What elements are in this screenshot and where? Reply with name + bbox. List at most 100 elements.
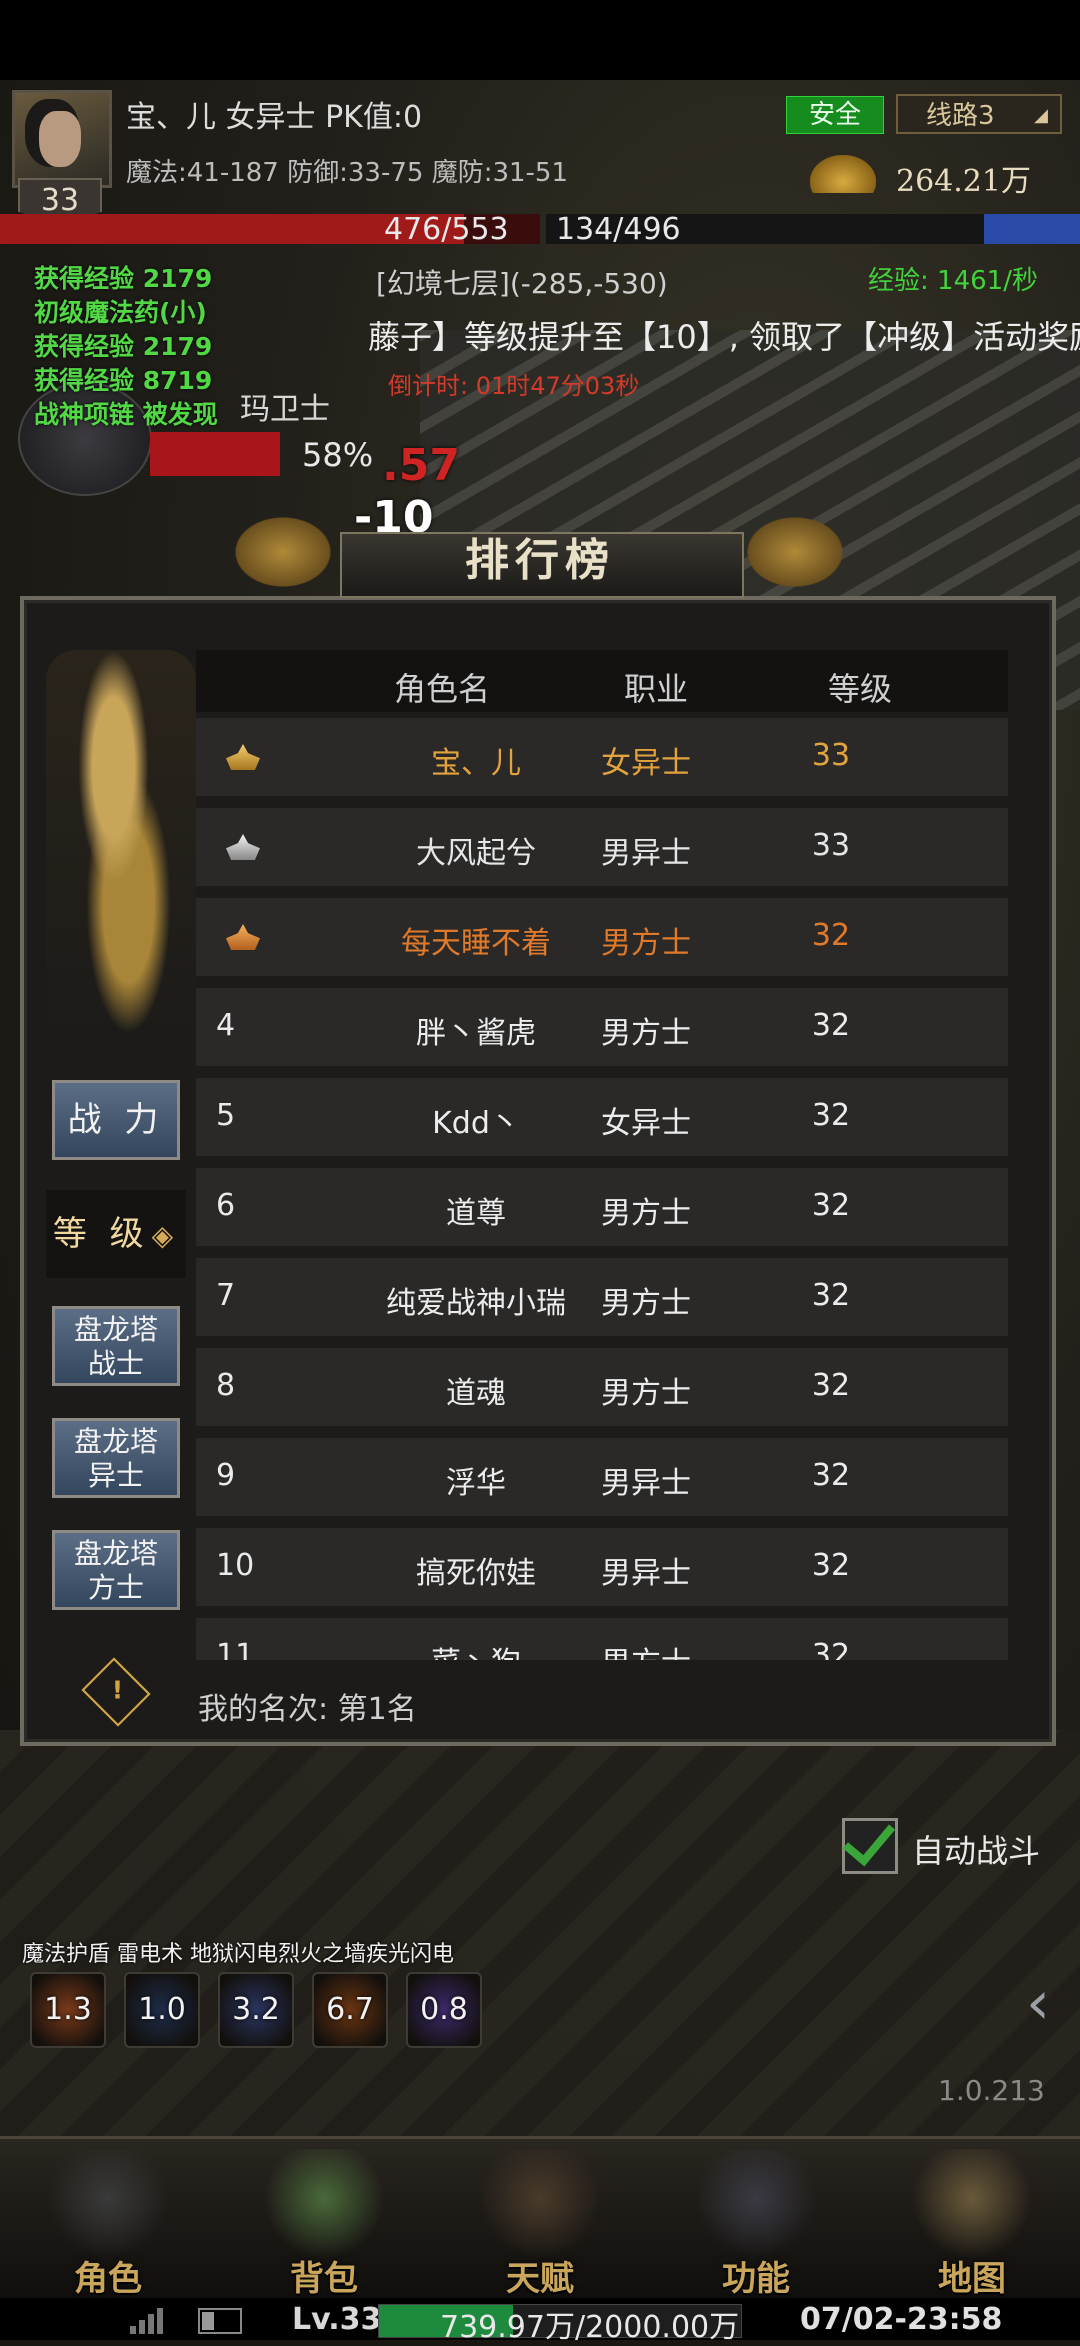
backpack-icon — [264, 2149, 384, 2259]
player-level: 32 — [811, 1368, 851, 1403]
damage-number: .57 — [382, 440, 460, 491]
skill-cooldown: 1.0 — [138, 1992, 186, 2027]
tab-level[interactable]: 等 级◈ — [46, 1190, 186, 1278]
bottom-nav: 角色 背包 天赋 功能 地图 — [0, 2136, 1080, 2301]
tab-tower-taoist[interactable]: 盘龙塔 方士 — [52, 1530, 180, 1610]
skill-slot[interactable]: 1.3 — [30, 1972, 106, 2048]
ranking-row[interactable]: 5 Kdd丶 女异士 32 — [196, 1078, 1008, 1156]
player-job: 男方士 — [601, 1376, 691, 1411]
ranking-row[interactable]: 8 道魂 男方士 32 — [196, 1348, 1008, 1426]
player-level: 32 — [811, 1548, 851, 1583]
nav-label: 天赋 — [506, 2259, 574, 2299]
skill-slot[interactable]: 6.7 — [312, 1972, 388, 2048]
rank-number: 6 — [216, 1188, 236, 1223]
ranking-row[interactable]: 9 浮华 男异士 32 — [196, 1438, 1008, 1516]
rank-number: 7 — [216, 1278, 236, 1313]
header-level: 等级 — [828, 670, 893, 708]
rank-number: 5 — [216, 1098, 236, 1133]
ranking-row[interactable]: 每天睡不着 男方士 32 — [196, 898, 1008, 976]
gold-ingot-icon — [810, 155, 876, 193]
player-name-line: 宝、儿 女异士 PK值:0 — [126, 100, 423, 135]
nav-label: 背包 — [290, 2259, 358, 2299]
combat-log: 获得经验 2179 初级魔法药(小) 获得经验 2179 获得经验 8719 战… — [34, 262, 274, 432]
tab-tower-mage[interactable]: 盘龙塔 异士 — [52, 1418, 180, 1498]
map-compass-icon — [912, 2149, 1032, 2259]
header-job: 职业 — [624, 670, 689, 708]
skill-slot[interactable]: 3.2 — [218, 1972, 294, 2048]
ranking-row[interactable]: 10 搞死你娃 男异士 32 — [196, 1528, 1008, 1606]
my-rank: 我的名次: 第1名 — [198, 1692, 417, 1727]
nav-item[interactable]: 背包 — [216, 2139, 432, 2301]
talent-dragon-icon — [480, 2149, 600, 2259]
player-level: 32 — [811, 918, 851, 953]
version-text: 1.0.213 — [938, 2074, 1045, 2107]
player-job: 男异士 — [601, 1466, 691, 1501]
auto-battle-label[interactable]: 自动战斗 — [912, 1826, 1040, 1872]
player-job: 男方士 — [601, 1286, 691, 1321]
route-select[interactable]: 线路3 ◢ — [896, 94, 1062, 134]
portrait-face — [39, 111, 81, 167]
ranking-row[interactable]: 11菜丶狗男方士32 — [196, 1618, 1008, 1660]
rank-number: 4 — [216, 1008, 236, 1043]
ranking-row[interactable]: 宝、儿 女异士 33 — [196, 718, 1008, 796]
log-line: 获得经验 2179 — [34, 264, 213, 293]
player-job: 男异士 — [601, 836, 691, 871]
player-level: 32 — [811, 1008, 851, 1043]
nav-label: 地图 — [938, 2259, 1006, 2299]
safe-zone-badge: 安全 — [786, 96, 884, 134]
skill-cooldown: 1.3 — [44, 1992, 92, 2027]
player-portrait[interactable] — [12, 90, 112, 188]
log-line: 获得经验 2179 — [34, 332, 213, 361]
player-level: 32 — [811, 1098, 851, 1133]
tab-combat-power[interactable]: 战 力 — [52, 1080, 180, 1160]
player-job: 女异士 — [601, 746, 691, 781]
player-level: 33 — [811, 738, 851, 773]
battery-icon — [198, 2308, 242, 2334]
ranking-table-body[interactable]: 宝、儿 女异士 33 大风起兮 男异士 33 每天睡不着 男方士 32 4 胖丶酱虎 男方士 32 5 Kd… — [196, 712, 1008, 1660]
ranking-row[interactable]: 7 纯爱战神小瑞 男方士 32 — [196, 1258, 1008, 1336]
skill-names-line: 魔法护盾 雷电术 地狱闪电烈火之墙疾光闪电 — [22, 1942, 454, 1967]
hp-text: 476/553 — [384, 212, 509, 247]
nav-item[interactable]: 功能 — [648, 2139, 864, 2301]
rank-number: 10 — [216, 1548, 255, 1583]
nav-item[interactable]: 地图 — [864, 2139, 1080, 2301]
bronze-medal-icon — [226, 924, 260, 950]
ranking-row[interactable]: 大风起兮 男异士 33 — [196, 808, 1008, 886]
skill-slot[interactable]: 0.8 — [406, 1972, 482, 2048]
chevron-left-icon[interactable]: ‹ — [1026, 1968, 1050, 2038]
ranking-row[interactable]: 4 胖丶酱虎 男方士 32 — [196, 988, 1008, 1066]
selected-pointer-icon: ◈ — [151, 1219, 180, 1252]
log-line: 初级魔法药(小) — [34, 298, 207, 327]
silver-medal-icon — [226, 834, 260, 860]
player-level: 32 — [811, 1458, 851, 1493]
target-name: 玛卫士 — [240, 392, 330, 427]
target-hp-percent: 58% — [302, 436, 374, 474]
map-location: [幻境七层](-285,-530) — [376, 267, 668, 300]
nav-label: 功能 — [722, 2259, 790, 2299]
nav-item[interactable]: 角色 — [0, 2139, 216, 2301]
dragon-ornament-icon — [740, 512, 850, 592]
player-level: 32 — [811, 1188, 851, 1223]
auto-battle-checkbox[interactable] — [842, 1818, 898, 1874]
player-level: 32 — [811, 1638, 851, 1660]
chevron-down-icon: ◢ — [1034, 105, 1048, 126]
event-countdown: 倒计时: 01时47分03秒 — [388, 372, 640, 400]
tab-tower-warrior[interactable]: 盘龙塔 战士 — [52, 1306, 180, 1386]
skill-cooldown: 0.8 — [420, 1992, 468, 2027]
ranking-row[interactable]: 6 道尊 男方士 32 — [196, 1168, 1008, 1246]
gold-amount: 264.21万 — [896, 164, 1031, 199]
log-line: 战神项链 被发现 — [34, 400, 218, 429]
player-job: 男方士 — [601, 926, 691, 961]
signal-icon — [130, 2306, 166, 2334]
skill-slot[interactable]: 1.0 — [124, 1972, 200, 2048]
player-level: 32 — [811, 1278, 851, 1313]
player-job: 男异士 — [601, 1556, 691, 1591]
tab-level-label: 等 级 — [52, 1214, 150, 1254]
mp-bar-fill — [983, 214, 1080, 244]
skill-cooldown: 3.2 — [232, 1992, 280, 2027]
nav-item[interactable]: 天赋 — [432, 2139, 648, 2301]
datetime-text: 07/02-23:58 — [800, 2302, 1003, 2337]
player-job: 女异士 — [601, 1106, 691, 1141]
player-job: 男方士 — [601, 1196, 691, 1231]
skill-cooldown: 6.7 — [326, 1992, 374, 2027]
